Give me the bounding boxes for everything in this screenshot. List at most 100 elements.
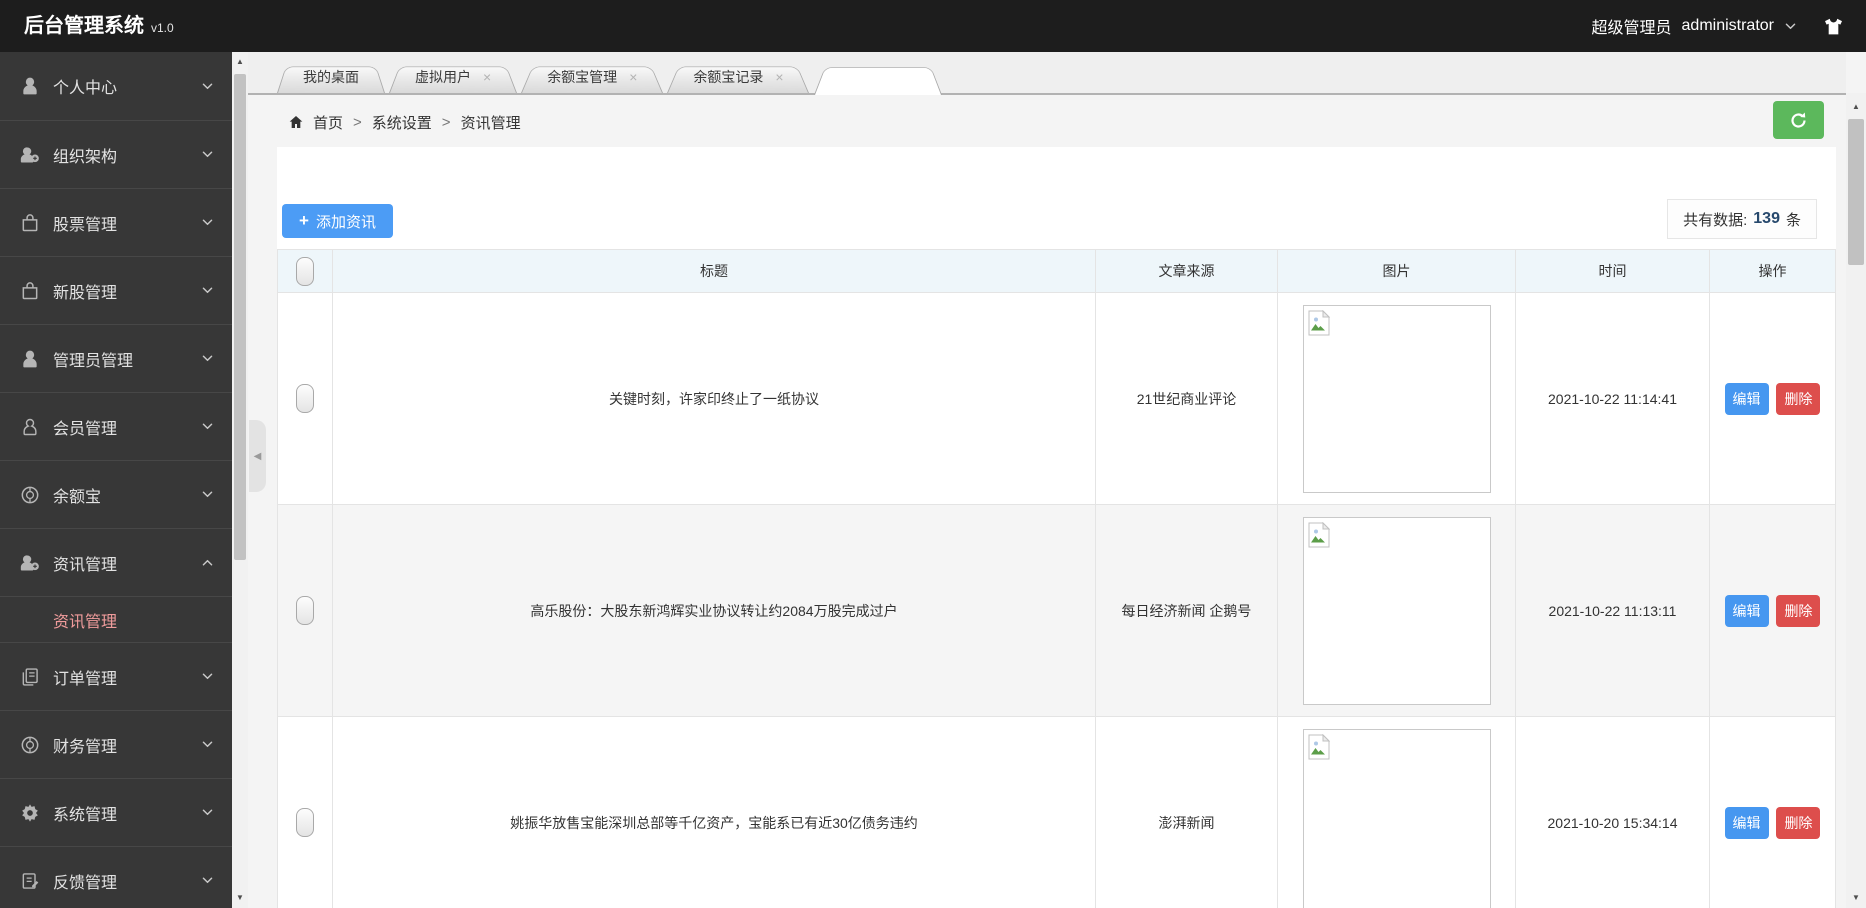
tab-bar: 我的桌面 虚拟用户 × 余额宝管理 × 余额宝记录 × 资讯管理 × [248,52,1846,93]
scroll-up-arrow[interactable]: ▲ [232,54,248,70]
user-menu[interactable]: 超级管理员 administrator [1592,0,1845,52]
column-header: 时间 [1515,249,1710,293]
scroll-down-arrow[interactable]: ▼ [1846,890,1866,906]
topbar: 后台管理系统 v1.0 超级管理员 administrator [0,0,1866,52]
sidebar-item[interactable]: 个人中心 [0,52,232,120]
row-checkbox[interactable] [296,808,314,837]
scroll-down-arrow[interactable]: ▼ [232,890,248,906]
edit-button[interactable]: 编辑 [1724,806,1769,839]
tab[interactable]: 我的桌面 [277,61,385,93]
news-source: 21世纪商业评论 [1095,292,1278,505]
chevron-down-icon [201,738,214,751]
user-icon [20,76,40,96]
broken-image-icon [1308,310,1330,336]
add-news-button[interactable]: + 添加资讯 [282,204,393,238]
sidebar: 个人中心 组织架构 股票管理 新股管理 管理员管理 会员管理 余额宝 资讯管理 … [0,52,232,908]
main-content: 我的桌面 虚拟用户 × 余额宝管理 × 余额宝记录 × 资讯管理 × 首页 > … [248,52,1866,908]
tab[interactable]: 虚拟用户 × [389,61,517,93]
scrollbar-thumb[interactable] [1848,119,1864,265]
bag-icon [20,281,40,301]
refresh-button[interactable] [1773,101,1824,139]
bag-icon [20,213,40,233]
sidebar-item-label: 资讯管理 [53,556,118,574]
chevron-down-icon [201,216,214,229]
doc-icon [20,667,40,687]
delete-button[interactable]: 删除 [1776,594,1821,627]
tab[interactable]: 资讯管理 × [814,61,942,93]
chevron-down-icon [201,488,214,501]
sidebar-item[interactable]: 订单管理 [0,642,232,710]
news-image-placeholder [1302,516,1491,705]
select-all-checkbox[interactable] [296,256,314,286]
chevron-down-icon [201,352,214,365]
column-header: 操作 [1709,249,1836,293]
news-time: 2021-10-20 15:34:14 [1515,716,1710,908]
edit-button[interactable]: 编辑 [1724,594,1769,627]
sidebar-item[interactable]: 余额宝 [0,460,232,528]
sidebar-item[interactable]: 系统管理 [0,778,232,846]
sidebar-item[interactable]: 资讯管理 [0,528,232,596]
sidebar-item[interactable]: 资讯管理 [0,596,232,642]
coin-icon [20,735,40,755]
chevron-down-icon [201,284,214,297]
sidebar-item-label: 系统管理 [53,806,118,824]
tab[interactable]: 余额宝记录 × [667,61,809,93]
tab-label: 余额宝记录 [693,69,764,85]
row-checkbox[interactable] [296,596,314,625]
news-panel: + 添加资讯 共有数据: 139 条 标题 文章来源 图片 时间 操作 关键时刻… [277,147,1836,908]
tab-close-icon[interactable]: × [775,69,783,85]
tab-label: 我的桌面 [303,69,359,85]
breadcrumb-row: 首页 > 系统设置 > 资讯管理 [248,95,1846,149]
total-label: 共有数据: [1683,211,1748,229]
users-icon [20,145,40,165]
sidebar-item-label: 管理员管理 [53,352,134,370]
user-role-label: 超级管理员 [1591,20,1672,37]
version-label: v1.0 [151,21,174,35]
scroll-up-arrow[interactable]: ▲ [1846,99,1866,115]
sidebar-item-label: 新股管理 [53,284,118,302]
gear-icon [20,803,40,823]
sidebar-collapse-handle[interactable]: ◀ [249,420,266,492]
breadcrumb-item[interactable]: 首页 [313,112,343,133]
tab-close-icon[interactable]: × [629,69,637,85]
tab-close-icon[interactable]: × [908,69,916,85]
table-row: 高乐股份：大股东新鸿辉实业协议转让约2084万股完成过户 每日经济新闻 企鹅号 … [277,504,1836,717]
tab-label: 余额宝管理 [547,69,618,85]
edit-button[interactable]: 编辑 [1724,382,1769,415]
tshirt-icon[interactable] [1823,16,1844,37]
chevron-down-icon [1784,20,1797,33]
sidebar-item-label: 余额宝 [53,488,102,506]
sidebar-scrollbar[interactable]: ▲ ▼ [232,52,248,908]
column-header: 标题 [332,249,1096,293]
plus-icon: + [299,211,309,230]
news-source: 每日经济新闻 企鹅号 [1095,504,1278,717]
scrollbar-thumb[interactable] [234,74,246,560]
breadcrumb: 首页 > 系统设置 > 资讯管理 [288,95,521,149]
sidebar-item-label: 反馈管理 [53,874,118,892]
breadcrumb-item[interactable]: 资讯管理 [461,112,521,133]
breadcrumb-item[interactable]: 系统设置 [372,112,432,133]
sidebar-item[interactable]: 管理员管理 [0,324,232,392]
chevron-down-icon [201,806,214,819]
news-title: 高乐股份：大股东新鸿辉实业协议转让约2084万股完成过户 [332,504,1096,717]
sidebar-item[interactable]: 新股管理 [0,256,232,324]
sidebar-item-label: 财务管理 [53,738,118,756]
chevron-down-icon [201,670,214,683]
tab-label: 资讯管理 [839,69,896,85]
tab[interactable]: 余额宝管理 × [521,61,663,93]
sidebar-item[interactable]: 股票管理 [0,188,232,256]
breadcrumb-separator: > [353,113,362,131]
sidebar-item[interactable]: 组织架构 [0,120,232,188]
chevron-down-icon [201,148,214,161]
sidebar-item[interactable]: 会员管理 [0,392,232,460]
tab-close-icon[interactable]: × [483,69,491,85]
column-header: 文章来源 [1095,249,1278,293]
sidebar-item[interactable]: 反馈管理 [0,846,232,908]
sidebar-item[interactable]: 财务管理 [0,710,232,778]
main-scrollbar[interactable]: ▲ ▼ [1846,93,1866,908]
delete-button[interactable]: 删除 [1776,382,1821,415]
row-checkbox[interactable] [296,384,314,413]
delete-button[interactable]: 删除 [1776,806,1821,839]
broken-image-icon [1308,734,1330,760]
sidebar-item-label: 个人中心 [53,80,118,97]
